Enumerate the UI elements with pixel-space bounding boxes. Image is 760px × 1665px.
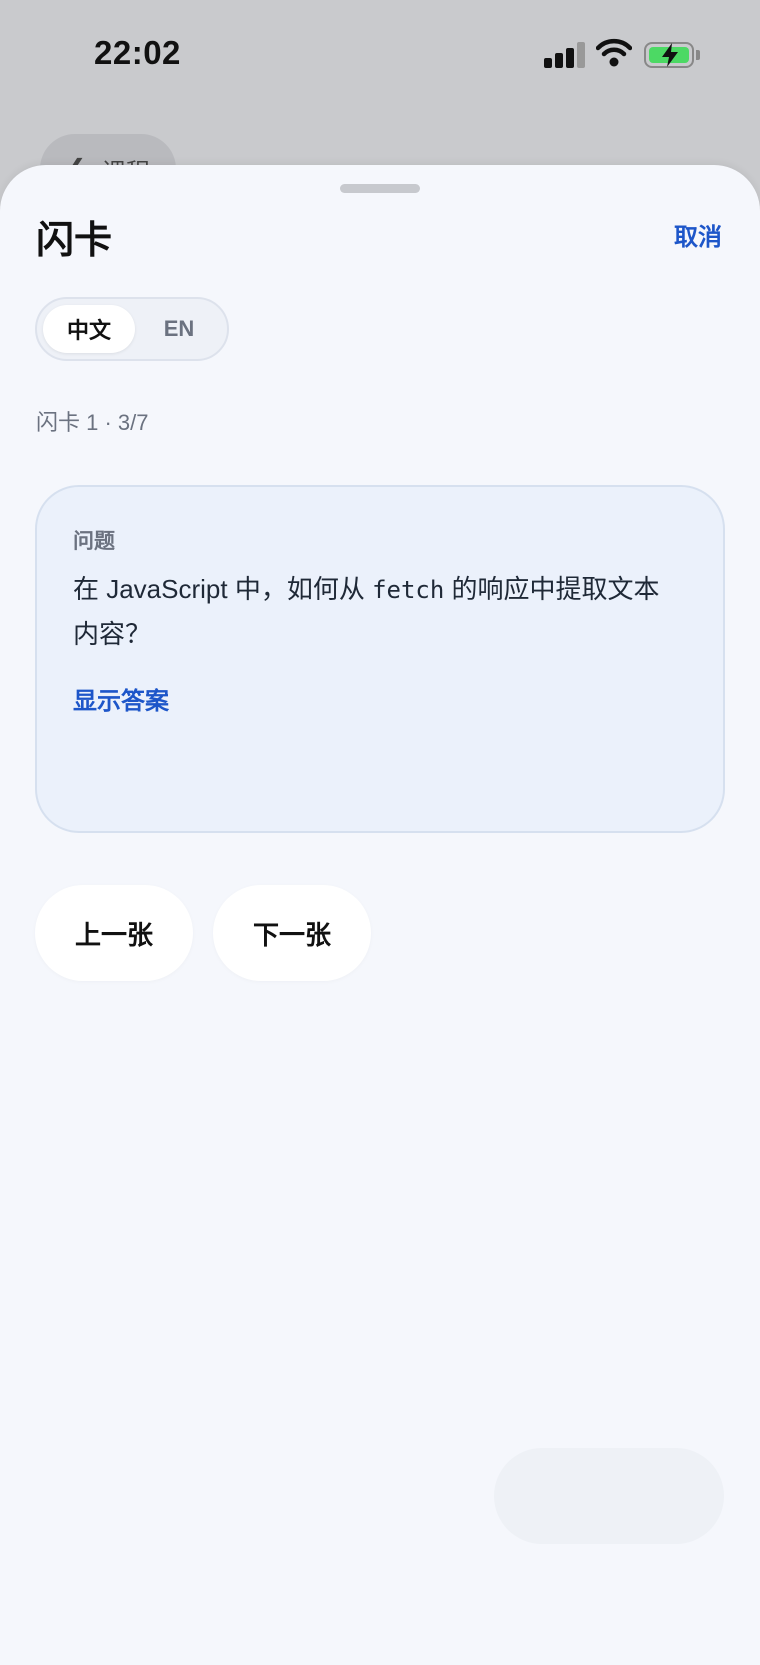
- sheet-title: 闪卡: [36, 220, 113, 262]
- sheet-grabber[interactable]: [340, 184, 420, 193]
- language-option-en[interactable]: EN: [133, 305, 225, 353]
- battery-cap: [696, 50, 700, 60]
- card-question: 在 JavaScript 中，如何从 fetch 的响应中提取文本内容？: [73, 567, 683, 656]
- question-code: fetch: [372, 576, 445, 604]
- card-label: 问题: [73, 530, 115, 553]
- battery-icon: [644, 42, 694, 68]
- language-toggle: 中文 EN: [35, 297, 229, 361]
- next-card-button[interactable]: 下一张: [213, 885, 371, 981]
- cellular-signal-icon: [544, 42, 585, 68]
- language-option-zh[interactable]: 中文: [43, 305, 135, 353]
- wifi-icon: [596, 38, 632, 67]
- flashcard-sheet: 闪卡 取消 中文 EN 闪卡 1 · 3/7 问题 在 JavaScript 中…: [0, 165, 760, 1665]
- background-fab-ghost: [494, 1448, 724, 1544]
- flashcard[interactable]: 问题 在 JavaScript 中，如何从 fetch 的响应中提取文本内容？ …: [35, 485, 725, 833]
- status-time: 22:02: [94, 34, 181, 71]
- question-text-before: 在 JavaScript 中，如何从: [73, 574, 373, 604]
- show-answer-button[interactable]: 显示答案: [73, 681, 169, 716]
- status-bar: 22:02: [0, 0, 760, 110]
- cancel-button[interactable]: 取消: [674, 217, 722, 252]
- card-counter: 闪卡 1 · 3/7: [36, 410, 149, 435]
- previous-card-button[interactable]: 上一张: [35, 885, 193, 981]
